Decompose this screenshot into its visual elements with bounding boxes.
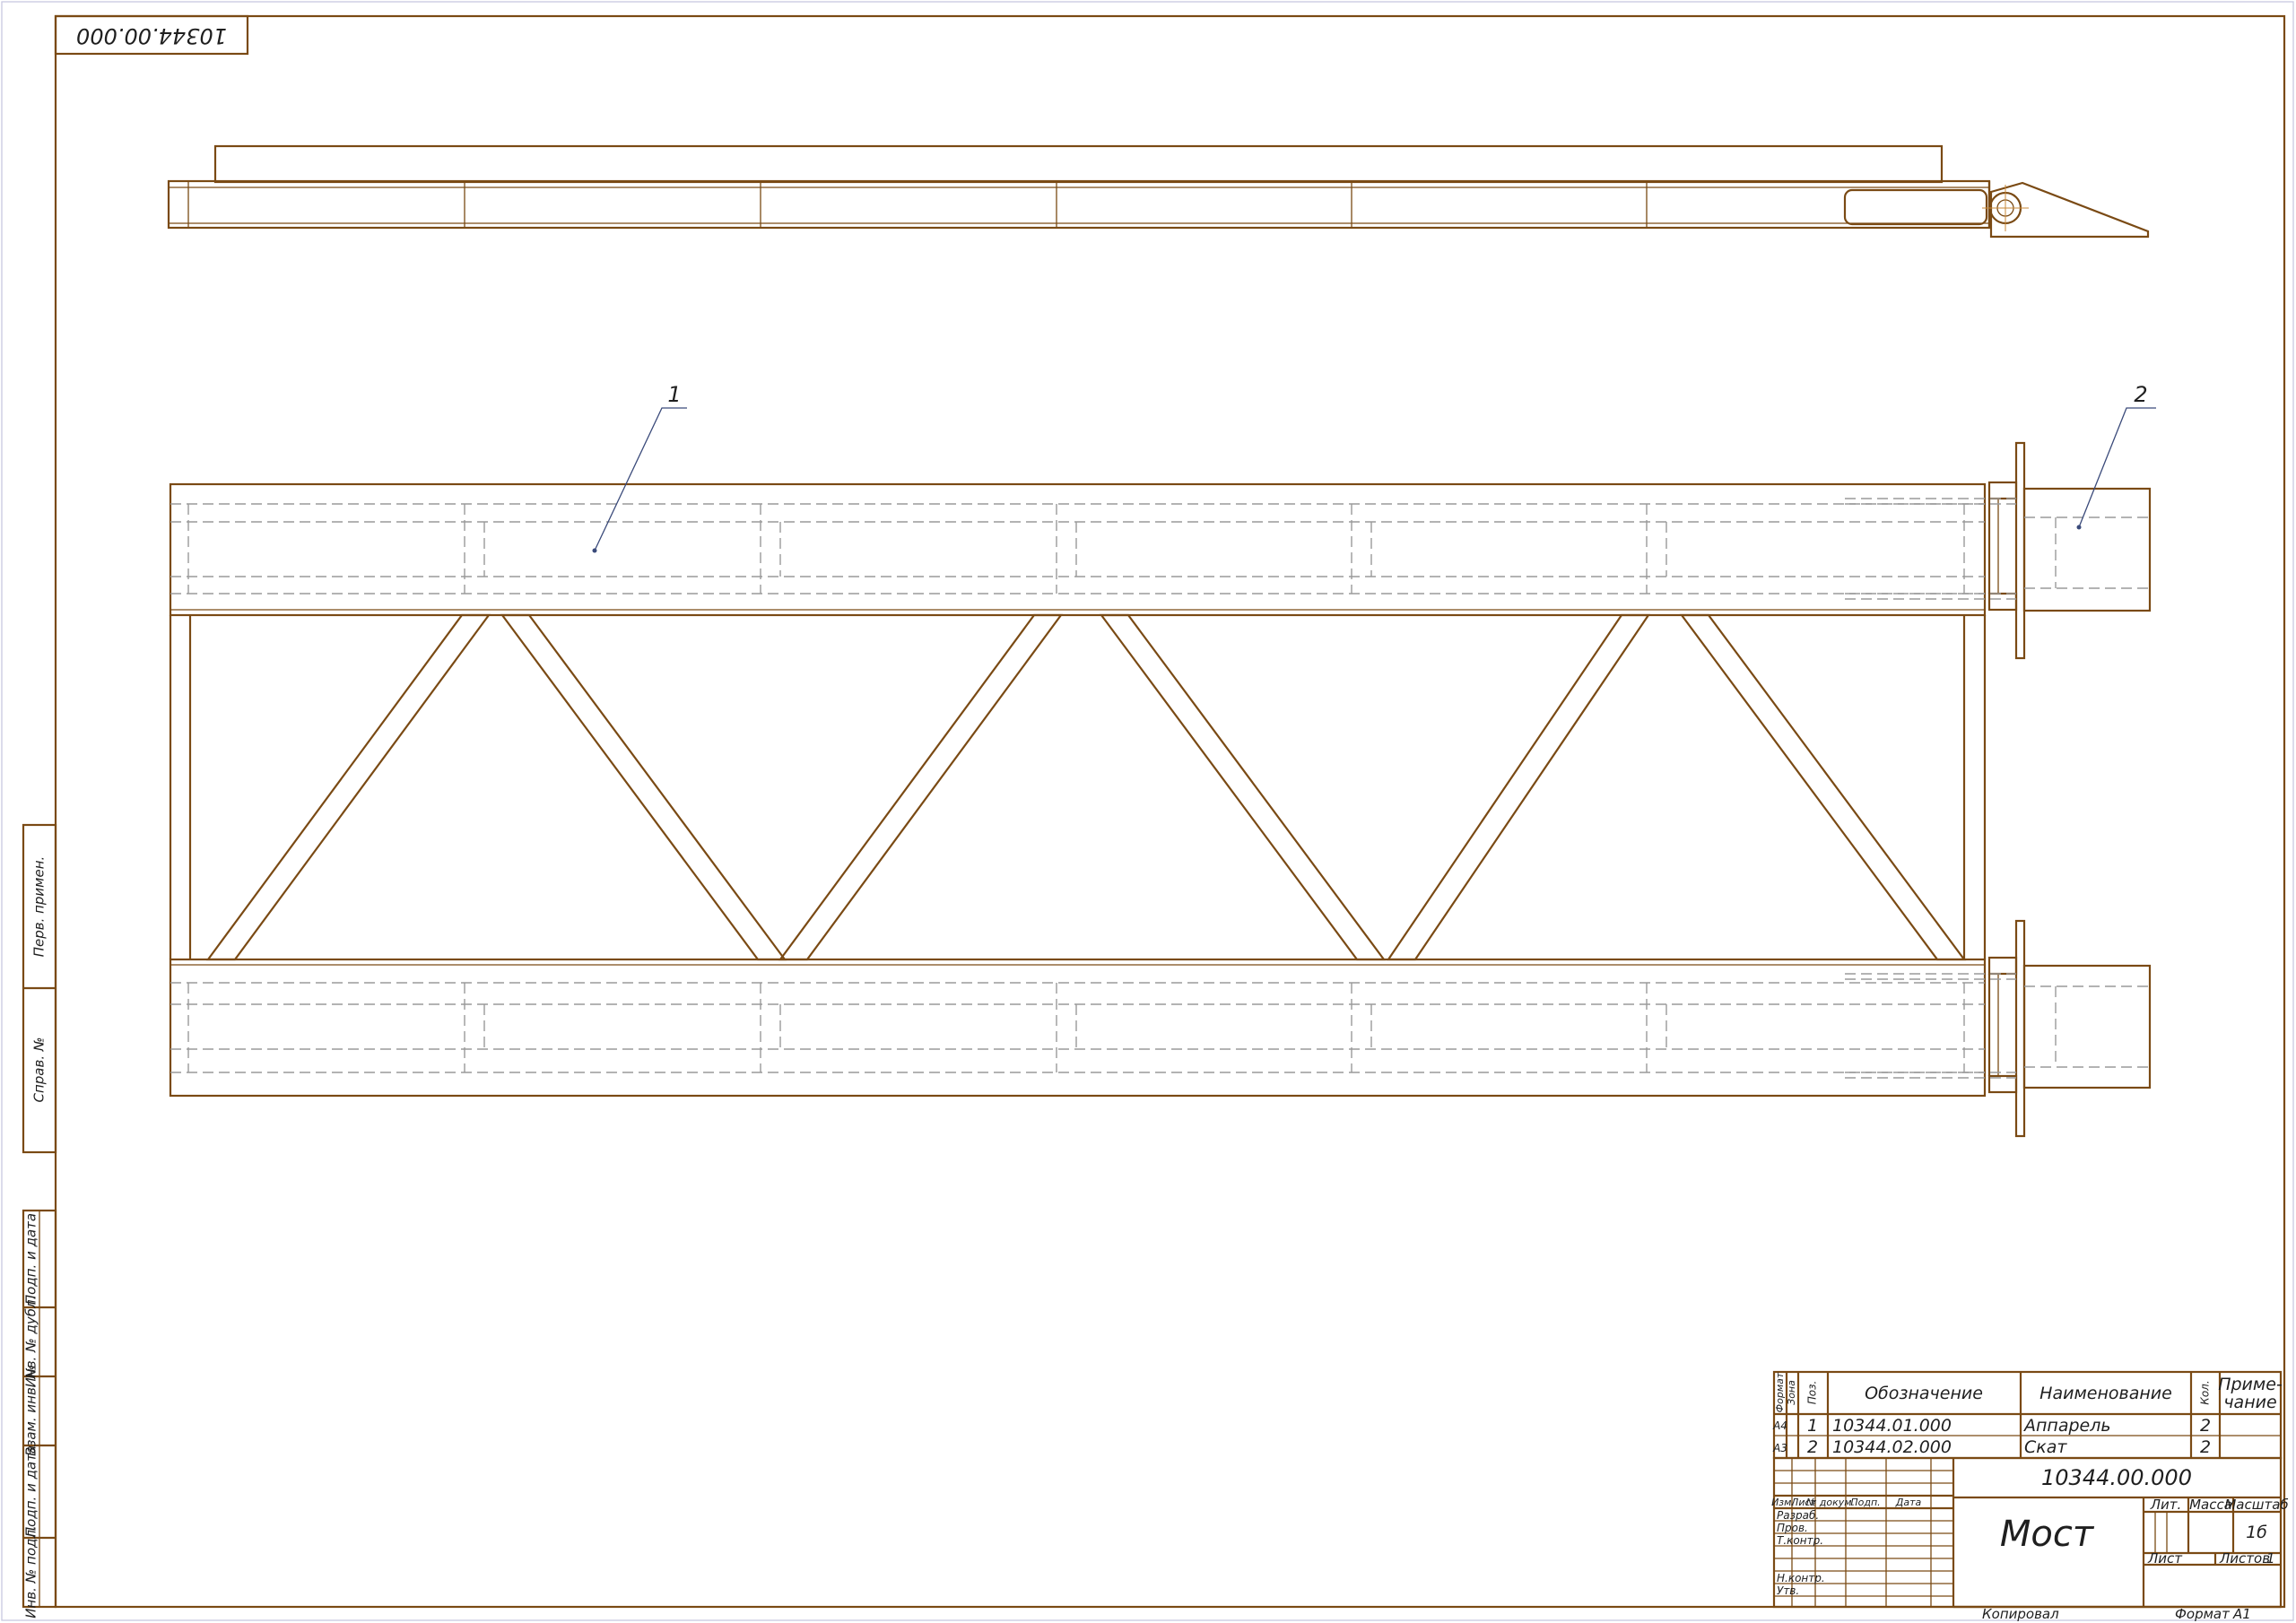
plan-lattice: [205, 613, 1967, 961]
spec-row: А3 2 10344.02.000 Скат 2: [1772, 1437, 2211, 1457]
spec-header-zone: Зона: [1786, 1380, 1797, 1405]
side-view-ramp: [1989, 181, 2150, 239]
spec-table: Формат Зона Поз. Обозначение Наименовани…: [1772, 1370, 2283, 1460]
side-view-deck-plate: [213, 144, 1944, 184]
format-label: Формат: [2175, 1606, 2231, 1622]
tb-lit-label: Лит.: [2150, 1497, 2182, 1513]
tb-role-approver: Утв.: [1777, 1584, 1799, 1597]
spec-header-qty: Кол.: [2199, 1380, 2212, 1404]
side-view-beam: [167, 179, 1991, 230]
position-label-1: 1: [667, 382, 681, 407]
spec-header-note-1: Приме-: [2218, 1375, 2283, 1394]
plan-ramp-lower: [1845, 919, 2152, 1138]
title-block: Изм. Лист № докум. Подп. Дата Разраб. Пр…: [1771, 1456, 2289, 1609]
tb-role-tcontrol: Т.контр.: [1777, 1534, 1823, 1547]
copied-label: Копировал: [1982, 1606, 2059, 1622]
spec-row-2-pos: 2: [1807, 1437, 1818, 1457]
drawing-frame: [54, 14, 2286, 1609]
tb-role-ncontrol: Н.контр.: [1777, 1572, 1825, 1584]
plan-beam-lower: [169, 958, 1987, 1098]
side-stamp-4: Взам. инв. №: [23, 1365, 39, 1456]
spec-row-2-name: Скат: [2024, 1437, 2067, 1457]
plan-end-posts: [169, 615, 1987, 959]
spec-row-1-qty: 2: [2200, 1416, 2211, 1436]
tb-sheets-label: Листов: [2219, 1550, 2270, 1567]
position-label-2: 2: [2134, 382, 2147, 407]
plan-beam-upper: [169, 482, 1987, 617]
plan-view: 1 2: [169, 382, 2156, 1138]
side-stamp-lower: Подп. и дата Инв. № дубл. Взам. инв. № П…: [22, 1209, 57, 1619]
top-stamp: 10344.00.000: [54, 14, 249, 56]
spec-header-note-2: чание: [2223, 1393, 2276, 1412]
side-stamp-5: Подп. и дата: [23, 1445, 39, 1537]
top-stamp-text: 10344.00.000: [76, 23, 227, 48]
tb-scale-value: 1б: [2246, 1523, 2267, 1542]
spec-header-designation: Обозначение: [1865, 1384, 1983, 1403]
tb-header-date: Дата: [1895, 1497, 1922, 1508]
side-stamp-2: Подп. и дата: [23, 1213, 39, 1305]
side-view: [167, 144, 2150, 239]
side-stamp-0: Перв. примен.: [31, 856, 48, 958]
spec-row-2-designation: 10344.02.000: [1832, 1437, 1952, 1457]
tb-sheets-value: 1: [2266, 1550, 2275, 1567]
side-view-slot: [1843, 188, 1988, 226]
spec-row: А4 1 10344.01.000 Аппарель 2: [1772, 1416, 2211, 1436]
spec-row-1-designation: 10344.01.000: [1832, 1416, 1952, 1436]
spec-row-1-pos: 1: [1807, 1416, 1818, 1436]
spec-row-1-format: А4: [1772, 1419, 1787, 1432]
side-stamp-1: Справ. №: [31, 1037, 48, 1103]
spec-row-1-name: Аппарель: [2022, 1416, 2111, 1436]
leader-pos-1: 1: [592, 382, 687, 553]
spec-header-format: Формат: [1774, 1372, 1786, 1412]
side-stamp-upper: Перв. примен. Справ. №: [22, 823, 57, 1154]
side-stamp-6: Инв. № подл.: [23, 1525, 39, 1618]
spec-row-2-format: А3: [1772, 1442, 1787, 1454]
tb-scale-label: Масштаб: [2224, 1497, 2288, 1513]
leader-pos-2: 2: [2076, 382, 2156, 530]
drawing-sheet: 10344.00.000 Перв. примен. Справ. № Подп…: [1, 1, 2294, 1622]
spec-header-name: Наименование: [2039, 1384, 2172, 1403]
tb-role-checker: Пров.: [1777, 1522, 1808, 1534]
spec-header-pos: Поз.: [1806, 1381, 1819, 1405]
plan-ramp-upper: [1845, 441, 2152, 660]
format-value: А1: [2232, 1606, 2251, 1622]
tb-header-sign: Подп.: [1850, 1497, 1880, 1508]
tb-role-developer: Разраб.: [1777, 1509, 1819, 1522]
tb-title: Мост: [2000, 1514, 2095, 1555]
tb-header-doc: № докум.: [1805, 1497, 1855, 1508]
spec-row-2-qty: 2: [2200, 1437, 2211, 1457]
tb-designation: 10344.00.000: [2041, 1465, 2192, 1490]
tb-sheet-label: Лист: [2147, 1550, 2183, 1567]
